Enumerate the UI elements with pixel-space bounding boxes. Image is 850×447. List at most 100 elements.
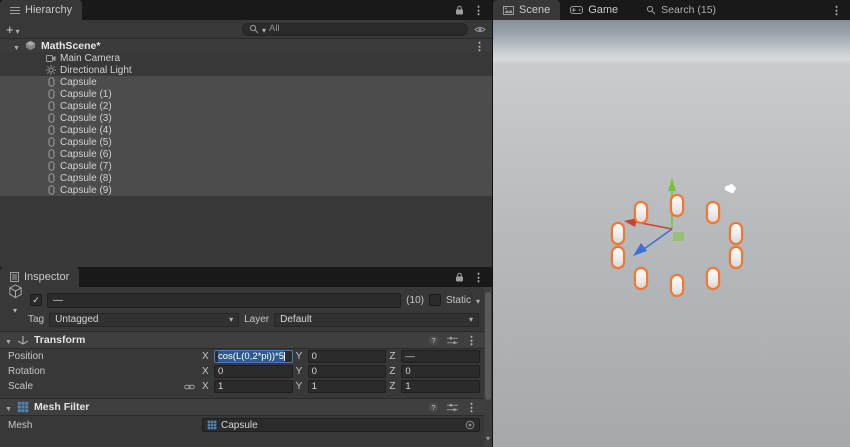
capsule-object[interactable] <box>634 267 648 290</box>
lock-icon[interactable] <box>455 272 464 282</box>
scrollbar-thumb[interactable] <box>485 292 491 400</box>
scene-header-row[interactable]: MathScene* <box>0 39 492 52</box>
mesh-filter-icon <box>17 401 29 413</box>
inspector-menu-icon[interactable] <box>473 268 484 286</box>
scene-tab-icon <box>503 6 514 15</box>
hierarchy-menu-icon[interactable] <box>473 1 484 19</box>
hierarchy-item-label: Capsule (1) <box>60 89 112 100</box>
rotation-z-field[interactable]: 0 <box>401 365 480 378</box>
hierarchy-item-capsule[interactable]: Capsule <box>0 76 492 88</box>
foldout-icon[interactable] <box>5 331 12 349</box>
help-icon[interactable]: ? <box>428 402 439 413</box>
rotation-x-field[interactable]: 0 <box>214 365 293 378</box>
move-gizmo[interactable] <box>493 20 850 447</box>
mesh-filter-header[interactable]: Mesh Filter ? <box>0 398 484 416</box>
scale-x-value: 1 <box>218 381 223 392</box>
axis-x-label: X <box>202 366 211 377</box>
hierarchy-item-capsule-8[interactable]: Capsule (8) <box>0 172 492 184</box>
tab-scene[interactable]: Scene <box>493 0 560 20</box>
position-y-field[interactable]: 0 <box>308 350 387 363</box>
plus-icon: + <box>6 23 14 36</box>
static-label: Static <box>446 295 471 306</box>
hierarchy-item-capsule-6[interactable]: Capsule (6) <box>0 148 492 160</box>
gameobject-icon[interactable] <box>5 283 25 318</box>
create-object-button[interactable]: + <box>6 23 20 36</box>
axis-z-label: Z <box>389 351 398 362</box>
scale-y-field[interactable]: 1 <box>308 380 387 393</box>
object-picker-icon[interactable] <box>465 420 475 430</box>
mesh-filter-title: Mesh Filter <box>34 401 89 413</box>
capsule-object[interactable] <box>706 201 720 224</box>
rotation-y-field[interactable]: 0 <box>308 365 387 378</box>
hierarchy-search-input[interactable]: All <box>242 23 468 36</box>
active-checkbox[interactable] <box>30 294 42 306</box>
transform-menu-icon[interactable] <box>466 331 477 349</box>
position-z-field[interactable]: — <box>401 350 480 363</box>
capsule-object[interactable] <box>611 246 625 269</box>
inspector-tabbar: Inspector <box>0 267 492 287</box>
plane-handle[interactable] <box>673 232 684 241</box>
lock-icon[interactable] <box>455 5 464 15</box>
capsule-object[interactable] <box>729 246 743 269</box>
presets-icon[interactable] <box>447 403 458 412</box>
name-field[interactable]: — <box>47 293 401 308</box>
capsule-object[interactable] <box>611 222 625 245</box>
scrollbar-down-arrow-icon[interactable] <box>484 428 492 446</box>
scale-x-field[interactable]: 1 <box>214 380 293 393</box>
capsule-object[interactable] <box>706 267 720 290</box>
inspector-scrollbar[interactable] <box>484 287 492 447</box>
unity-editor: Hierarchy + All <box>0 0 850 447</box>
foldout-icon[interactable] <box>5 398 12 416</box>
visibility-icon[interactable] <box>474 25 486 34</box>
hierarchy-tabbar: Hierarchy <box>0 0 492 20</box>
transform-header[interactable]: Transform ? <box>0 331 484 349</box>
capsule-icon <box>46 113 56 123</box>
scene-viewport[interactable] <box>493 20 850 447</box>
search-filter-chevron-icon <box>262 20 266 38</box>
hierarchy-item-capsule-7[interactable]: Capsule (7) <box>0 160 492 172</box>
hierarchy-item-label: Capsule (5) <box>60 137 112 148</box>
mesh-label: Mesh <box>8 420 202 431</box>
hierarchy-item-capsule-1[interactable]: Capsule (1) <box>0 88 492 100</box>
link-scale-icon[interactable] <box>184 382 195 392</box>
tag-dropdown[interactable]: Untagged <box>49 313 239 327</box>
hierarchy-item-capsule-5[interactable]: Capsule (5) <box>0 136 492 148</box>
scene-search-button[interactable]: Search (15) <box>646 0 716 20</box>
position-x-field[interactable]: cos(L(0,2*pi))*5 <box>214 350 293 363</box>
static-checkbox[interactable] <box>429 294 441 306</box>
static-chevron-icon[interactable] <box>476 291 480 309</box>
tab-game[interactable]: Game <box>560 0 628 20</box>
presets-icon[interactable] <box>447 336 458 345</box>
axis-z-label: Z <box>389 366 398 377</box>
tab-hierarchy[interactable]: Hierarchy <box>0 0 82 20</box>
hierarchy-item-directional-light[interactable]: Directional Light <box>0 64 492 76</box>
capsule-object[interactable] <box>670 274 684 297</box>
hierarchy-item-capsule-4[interactable]: Capsule (4) <box>0 124 492 136</box>
scene-view-menu-icon[interactable] <box>831 1 842 19</box>
light-icon <box>46 65 56 75</box>
scale-z-field[interactable]: 1 <box>401 380 480 393</box>
capsule-object[interactable] <box>729 222 743 245</box>
capsule-object[interactable] <box>634 201 648 224</box>
inspector-panel: Inspector — (10) <box>0 267 492 447</box>
hierarchy-item-capsule-9[interactable]: Capsule (9) <box>0 184 492 196</box>
chevron-down-icon <box>229 314 233 325</box>
hierarchy-item-main-camera[interactable]: Main Camera <box>0 52 492 64</box>
z-axis-arrowhead[interactable] <box>633 243 647 256</box>
hierarchy-item-capsule-3[interactable]: Capsule (3) <box>0 112 492 124</box>
unity-scene-icon <box>25 40 36 51</box>
mesh-object-field[interactable]: Capsule <box>202 418 480 432</box>
rotation-label[interactable]: Rotation <box>8 366 184 377</box>
layer-dropdown[interactable]: Default <box>274 313 479 327</box>
z-axis-arrow[interactable] <box>644 229 672 249</box>
y-axis-arrowhead[interactable] <box>668 178 676 191</box>
capsule-object[interactable] <box>670 194 684 217</box>
hierarchy-toolbar: + All <box>0 20 492 39</box>
position-label[interactable]: Position <box>8 351 184 362</box>
hierarchy-item-capsule-2[interactable]: Capsule (2) <box>0 100 492 112</box>
layer-value: Default <box>280 314 312 325</box>
scale-label[interactable]: Scale <box>8 381 184 392</box>
capsule-icon <box>46 161 56 171</box>
mesh-filter-menu-icon[interactable] <box>466 398 477 416</box>
help-icon[interactable]: ? <box>428 335 439 346</box>
